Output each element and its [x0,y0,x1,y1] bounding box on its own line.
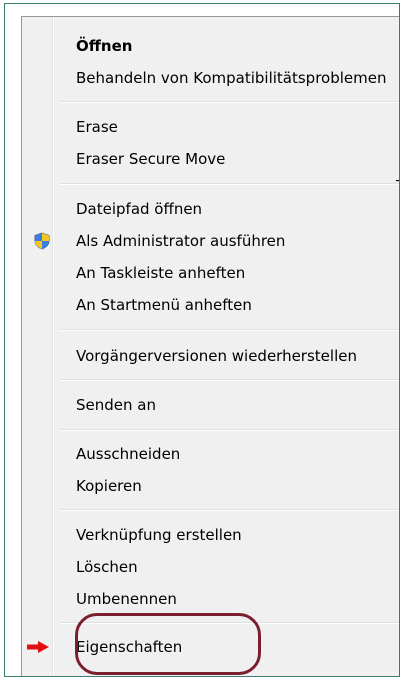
menu-separator [60,509,399,511]
menu-item-kopieren[interactable]: Kopieren [23,471,399,501]
screenshot-frame: Öffnen Behandeln von Kompatibilitätsprob… [4,3,400,677]
menu-item-label: Ausschneiden [76,445,181,463]
menu-separator [60,183,399,185]
menu-item-label: An Startmenü anheften [76,296,252,314]
menu-separator [60,379,399,381]
menu-item-als-administrator[interactable]: Als Administrator ausführen [23,226,399,256]
menu-item-eraser-secure-move[interactable]: Eraser Secure Move [23,144,399,174]
menu-item-label: Löschen [76,558,138,576]
context-menu: Öffnen Behandeln von Kompatibilitätsprob… [21,16,399,676]
truncated-background-text: T [396,179,399,194]
menu-item-erase[interactable]: Erase [23,112,399,142]
menu-item-umbenennen[interactable]: Umbenennen [23,584,399,614]
menu-item-label: Umbenennen [76,590,177,608]
menu-item-vorgaengerversionen[interactable]: Vorgängerversionen wiederherstellen [23,341,399,371]
menu-item-verknuepfung-erstellen[interactable]: Verknüpfung erstellen [23,520,399,550]
menu-separator [60,429,399,431]
menu-item-kompatibilitaet[interactable]: Behandeln von Kompatibilitätsproblemen [23,63,399,93]
menu-item-label: Eraser Secure Move [76,150,226,168]
menu-item-dateipfad-oeffnen[interactable]: Dateipfad öffnen [23,194,399,224]
menu-item-label: An Taskleiste anheften [76,264,246,282]
menu-item-label: Vorgängerversionen wiederherstellen [76,347,357,365]
menu-item-label: Erase [76,118,118,136]
uac-shield-icon [34,232,50,250]
menu-item-an-taskleiste-anheften[interactable]: An Taskleiste anheften [23,258,399,288]
menu-item-ausschneiden[interactable]: Ausschneiden [23,439,399,469]
menu-separator [60,101,399,103]
menu-item-label: Öffnen [76,37,133,55]
menu-item-oeffnen[interactable]: Öffnen [23,31,399,61]
menu-item-label: Behandeln von Kompatibilitätsproblemen [76,69,387,87]
menu-item-label: Verknüpfung erstellen [76,526,242,544]
menu-item-label: Kopieren [76,477,142,495]
menu-item-an-startmenue-anheften[interactable]: An Startmenü anheften [23,290,399,320]
menu-item-label: Als Administrator ausführen [76,232,286,250]
red-arrow-icon [27,641,49,653]
menu-separator [60,329,399,331]
menu-item-loeschen[interactable]: Löschen [23,552,399,582]
menu-item-senden-an[interactable]: Senden an [23,390,399,420]
menu-item-label: Dateipfad öffnen [76,200,203,218]
menu-item-label: Senden an [76,396,156,414]
highlight-ring-annotation [75,613,261,675]
